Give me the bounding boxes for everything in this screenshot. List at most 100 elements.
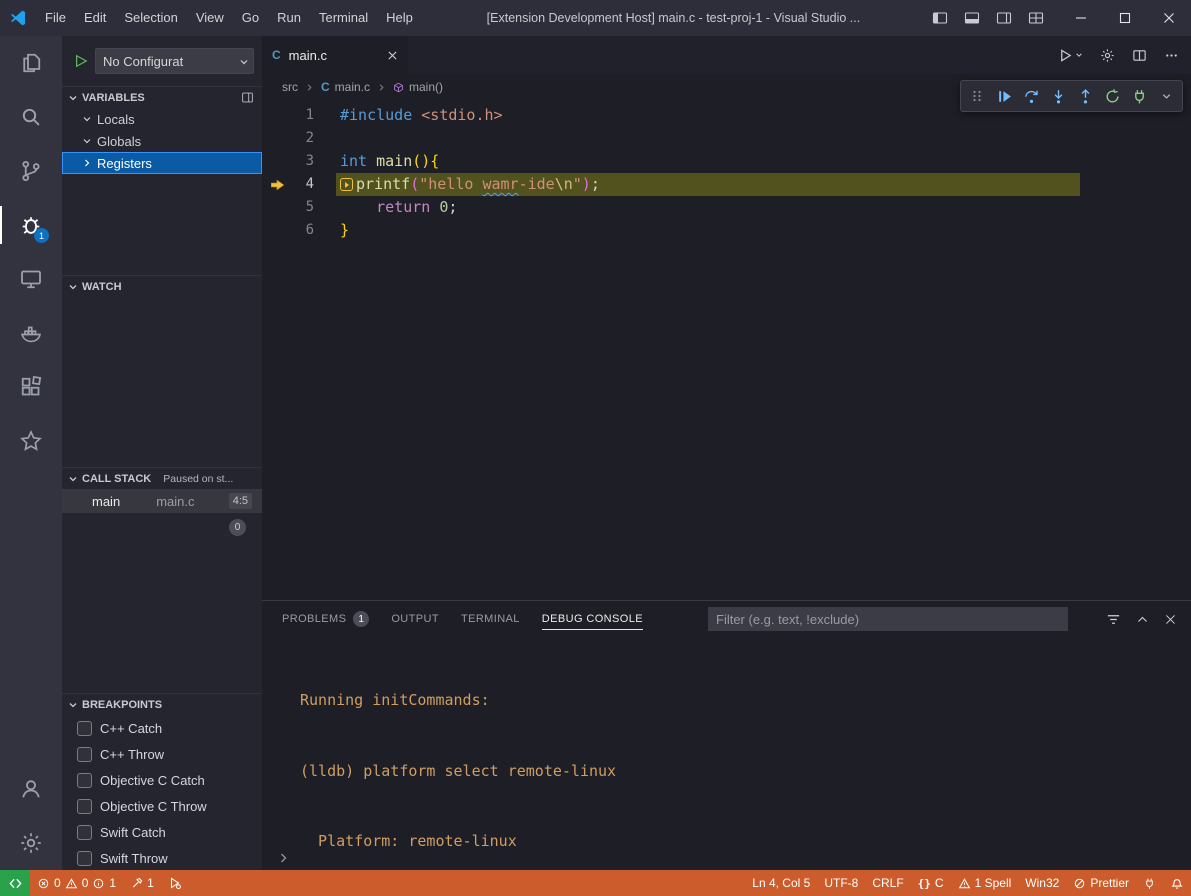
code-line[interactable]: 3 int main(){ [262,150,1191,173]
stack-frame-row[interactable]: main main.c 4:5 [62,489,262,513]
open-panel-icon[interactable] [241,91,254,104]
restart-icon[interactable] [1099,83,1125,109]
menu-terminal[interactable]: Terminal [310,5,377,31]
encoding[interactable]: UTF-8 [817,870,865,896]
line-number: 3 [292,150,314,173]
disconnect-icon[interactable] [1126,83,1152,109]
filter-icon[interactable] [1106,612,1121,627]
star-icon[interactable] [0,414,62,468]
maximize-panel-icon[interactable] [1136,613,1149,626]
docker-icon[interactable] [0,306,62,360]
inline-breakpoint-icon[interactable] [340,178,353,191]
run-file-button[interactable] [1058,48,1083,63]
step-out-icon[interactable] [1072,83,1098,109]
tab-output[interactable]: OUTPUT [391,601,439,637]
debug-status-icon[interactable] [161,870,189,896]
language-mode[interactable]: {} C [911,870,951,896]
settings-gear-icon[interactable] [0,816,62,870]
close-panel-icon[interactable] [1164,613,1177,626]
checkbox[interactable] [77,799,92,814]
minimize-button[interactable] [1059,0,1103,36]
explorer-icon[interactable] [0,36,62,90]
remote-explorer-icon[interactable] [0,252,62,306]
breakpoint-item[interactable]: Objective C Throw [62,793,262,819]
eol-sequence[interactable]: CRLF [865,870,910,896]
cursor-position[interactable]: Ln 4, Col 5 [745,870,817,896]
call-stack-section-header[interactable]: CALL STACK Paused on st... [62,467,262,489]
customize-layout-icon[interactable] [1021,3,1051,33]
debug-console-output[interactable]: Running initCommands: (lldb) platform se… [262,637,1191,846]
notifications-bell-icon[interactable] [1163,870,1191,896]
checkbox[interactable] [77,851,92,866]
variables-item-globals[interactable]: Globals [62,130,262,152]
source-control-icon[interactable] [0,144,62,198]
breadcrumb-symbol[interactable]: main() [393,80,443,94]
menu-run[interactable]: Run [268,5,310,31]
menu-selection[interactable]: Selection [115,5,186,31]
checkbox[interactable] [77,825,92,840]
checkbox[interactable] [77,721,92,736]
tab-close-icon[interactable] [387,50,398,61]
breakpoint-item[interactable]: Swift Throw [62,845,262,870]
tab-terminal[interactable]: TERMINAL [461,601,520,637]
plug-icon[interactable] [1136,870,1163,896]
extensions-icon[interactable] [0,360,62,414]
run-and-debug-icon[interactable]: 1 [0,198,62,252]
prettier-status[interactable]: Prettier [1066,870,1136,896]
frame-file: main.c [156,494,194,509]
remote-indicator[interactable] [0,870,30,896]
continue-icon[interactable] [991,83,1017,109]
breakpoints-section-header[interactable]: BREAKPOINTS [62,693,262,715]
debug-configuration-dropdown[interactable]: No Configurat [95,48,254,74]
console-filter-input[interactable] [708,607,1068,631]
tab-main-c[interactable]: C main.c [262,36,408,74]
breakpoint-item[interactable]: C++ Catch [62,715,262,741]
step-over-icon[interactable] [1018,83,1044,109]
problems-status[interactable]: 0 0 1 [30,870,123,896]
menu-edit[interactable]: Edit [75,5,115,31]
menu-file[interactable]: File [36,5,75,31]
start-debug-icon[interactable] [74,54,88,68]
code-line[interactable]: 2 [262,127,1191,150]
breakpoint-item[interactable]: C++ Throw [62,741,262,767]
spell-checker-status[interactable]: 1 Spell [951,870,1019,896]
variables-section-header[interactable]: VARIABLES [62,86,262,108]
tab-problems[interactable]: PROBLEMS 1 [282,601,369,637]
toolbar-gripper[interactable] [964,83,990,109]
breadcrumb-folder[interactable]: src [282,80,298,94]
breakpoint-item[interactable]: Objective C Catch [62,767,262,793]
console-input[interactable] [262,846,1191,870]
toolchain-status[interactable]: 1 [123,870,161,896]
variables-item-registers[interactable]: Registers [62,152,262,174]
editor-gear-icon[interactable] [1100,48,1115,63]
search-icon[interactable] [0,90,62,144]
menu-view[interactable]: View [187,5,233,31]
toggle-secondary-sidebar-icon[interactable] [989,3,1019,33]
code-line[interactable]: 6 } [262,219,1191,242]
line-number: 5 [292,196,314,219]
code-editor[interactable]: 1 #include <stdio.h> 2 3 int main(){ 4 p… [262,100,1191,600]
checkbox[interactable] [77,773,92,788]
maximize-button[interactable] [1103,0,1147,36]
watch-section-header[interactable]: WATCH [62,275,262,297]
menu-help[interactable]: Help [377,5,422,31]
editor-area: C main.c src [262,36,1191,870]
menu-go[interactable]: Go [233,5,268,31]
close-button[interactable] [1147,0,1191,36]
variables-item-locals[interactable]: Locals [62,108,262,130]
checkbox[interactable] [77,747,92,762]
chevron-down-icon[interactable] [1153,83,1179,109]
split-editor-icon[interactable] [1132,48,1147,63]
breadcrumb-file[interactable]: C main.c [321,80,370,94]
current-line-arrow-icon[interactable] [262,173,292,196]
more-actions-icon[interactable] [1164,48,1179,63]
toggle-panel-icon[interactable] [957,3,987,33]
step-into-icon[interactable] [1045,83,1071,109]
tab-debug-console[interactable]: DEBUG CONSOLE [542,601,643,637]
accounts-icon[interactable] [0,762,62,816]
breakpoint-item[interactable]: Swift Catch [62,819,262,845]
platform-status[interactable]: Win32 [1018,870,1066,896]
code-line-current[interactable]: 4 printf("hello wamr-ide\n"); [262,173,1191,196]
code-line[interactable]: 5 return 0; [262,196,1191,219]
toggle-sidebar-icon[interactable] [925,3,955,33]
